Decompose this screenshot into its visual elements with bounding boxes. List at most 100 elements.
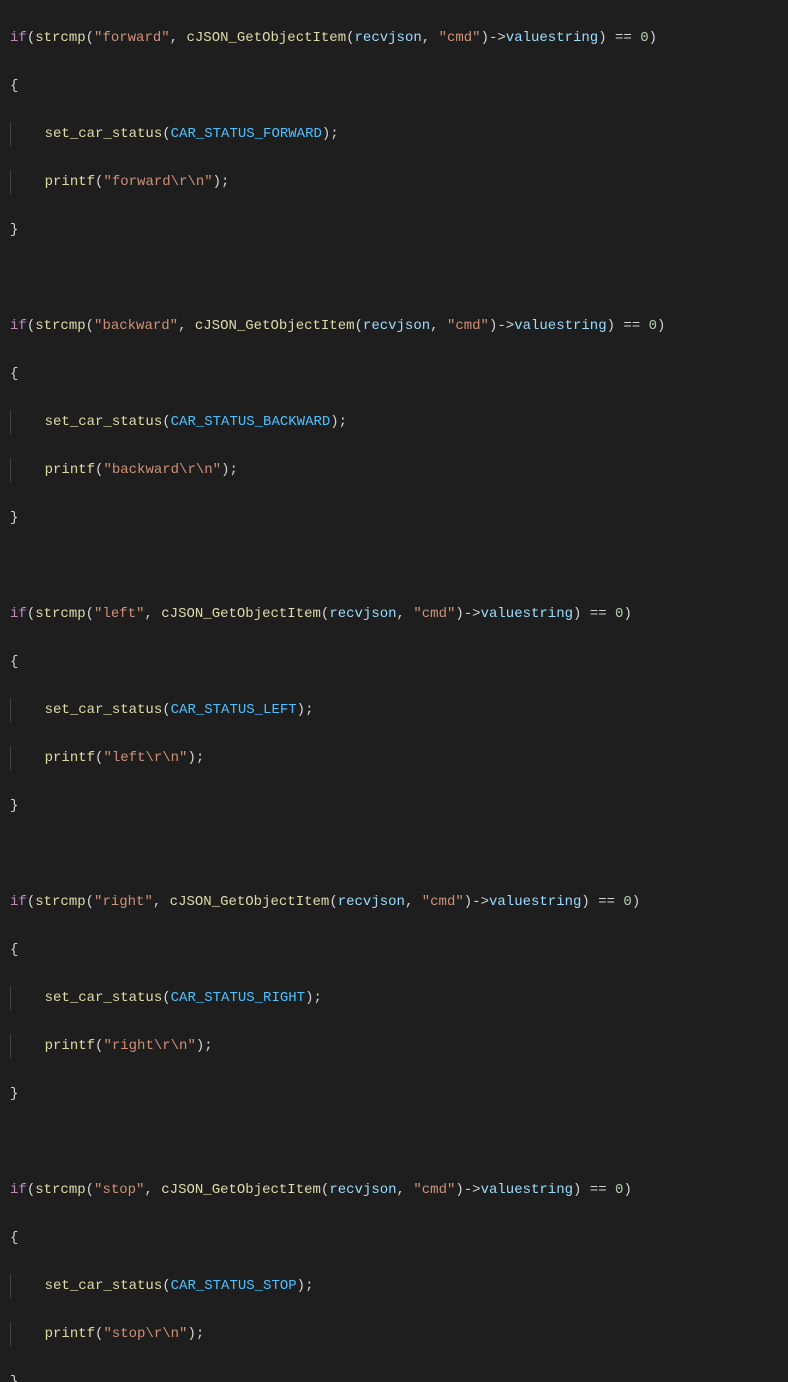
paren: ( <box>329 894 337 910</box>
code-line[interactable] <box>10 266 778 290</box>
paren: ); <box>297 1278 314 1294</box>
code-line[interactable]: } <box>10 794 778 818</box>
paren: ) <box>632 894 640 910</box>
paren: ( <box>346 30 354 46</box>
string-cmd: "cmd" <box>447 318 489 334</box>
brace-close: } <box>10 1086 18 1102</box>
compare: ) == <box>607 318 649 334</box>
paren: ); <box>221 462 238 478</box>
comma: , <box>430 318 447 334</box>
string-cmd: "cmd" <box>413 1182 455 1198</box>
paren: ( <box>95 1038 103 1054</box>
paren: ( <box>86 30 94 46</box>
paren: ( <box>27 894 35 910</box>
paren: ); <box>322 126 339 142</box>
keyword-if: if <box>10 1182 27 1198</box>
fn-setcar: set_car_status <box>45 1278 163 1294</box>
code-line[interactable] <box>10 1130 778 1154</box>
brace-open: { <box>10 942 18 958</box>
var-valuestring: valuestring <box>506 30 598 46</box>
string-literal: "left\r\n" <box>103 750 187 766</box>
comma: , <box>144 606 161 622</box>
fn-printf: printf <box>45 462 95 478</box>
code-line[interactable]: } <box>10 1370 778 1382</box>
fn-strcmp: strcmp <box>35 318 85 334</box>
code-line[interactable]: printf("stop\r\n"); <box>10 1322 778 1346</box>
paren: ( <box>27 318 35 334</box>
paren: ( <box>162 702 170 718</box>
code-line[interactable]: if(strcmp("stop", cJSON_GetObjectItem(re… <box>10 1178 778 1202</box>
code-line[interactable]: { <box>10 650 778 674</box>
fn-setcar: set_car_status <box>45 414 163 430</box>
code-line[interactable]: if(strcmp("forward", cJSON_GetObjectItem… <box>10 26 778 50</box>
code-line[interactable]: } <box>10 506 778 530</box>
paren: ) <box>623 606 631 622</box>
string-literal: "right\r\n" <box>103 1038 195 1054</box>
num-zero: 0 <box>649 318 657 334</box>
code-line[interactable]: printf("left\r\n"); <box>10 746 778 770</box>
var-recvjson: recvjson <box>338 894 405 910</box>
code-line[interactable]: { <box>10 74 778 98</box>
paren: ( <box>86 1182 94 1198</box>
fn-printf: printf <box>45 1038 95 1054</box>
code-line[interactable]: } <box>10 1082 778 1106</box>
compare: ) == <box>581 894 623 910</box>
paren: ( <box>321 1182 329 1198</box>
enum-const: CAR_STATUS_STOP <box>171 1278 297 1294</box>
code-line[interactable]: printf("right\r\n"); <box>10 1034 778 1058</box>
indent-guide <box>10 698 12 722</box>
code-line[interactable]: { <box>10 1226 778 1250</box>
indent-guide <box>10 1034 12 1058</box>
code-line[interactable]: if(strcmp("left", cJSON_GetObjectItem(re… <box>10 602 778 626</box>
code-line[interactable]: if(strcmp("backward", cJSON_GetObjectIte… <box>10 314 778 338</box>
fn-setcar: set_car_status <box>45 702 163 718</box>
string-literal: "backward" <box>94 318 178 334</box>
keyword-if: if <box>10 30 27 46</box>
code-line[interactable]: } <box>10 218 778 242</box>
code-line[interactable]: set_car_status(CAR_STATUS_FORWARD); <box>10 122 778 146</box>
paren: ); <box>305 990 322 1006</box>
fn-getobj: cJSON_GetObjectItem <box>161 1182 321 1198</box>
fn-setcar: set_car_status <box>45 990 163 1006</box>
indent-guide <box>10 410 12 434</box>
code-editor[interactable]: if(strcmp("forward", cJSON_GetObjectItem… <box>0 0 788 1382</box>
paren: ); <box>297 702 314 718</box>
code-line[interactable] <box>10 842 778 866</box>
string-literal: "right" <box>94 894 153 910</box>
code-line[interactable]: { <box>10 362 778 386</box>
compare: ) == <box>573 1182 615 1198</box>
string-literal: "left" <box>94 606 144 622</box>
fn-printf: printf <box>45 1326 95 1342</box>
code-line[interactable]: set_car_status(CAR_STATUS_STOP); <box>10 1274 778 1298</box>
var-valuestring: valuestring <box>481 1182 573 1198</box>
code-line[interactable]: if(strcmp("right", cJSON_GetObjectItem(r… <box>10 890 778 914</box>
fn-getobj: cJSON_GetObjectItem <box>161 606 321 622</box>
code-line[interactable]: { <box>10 938 778 962</box>
code-line[interactable]: set_car_status(CAR_STATUS_BACKWARD); <box>10 410 778 434</box>
keyword-if: if <box>10 894 27 910</box>
fn-getobj: cJSON_GetObjectItem <box>170 894 330 910</box>
comma: , <box>397 1182 414 1198</box>
code-line[interactable]: set_car_status(CAR_STATUS_RIGHT); <box>10 986 778 1010</box>
paren: ( <box>86 894 94 910</box>
var-recvjson: recvjson <box>329 1182 396 1198</box>
keyword-if: if <box>10 606 27 622</box>
string-literal: "stop" <box>94 1182 144 1198</box>
code-line[interactable] <box>10 554 778 578</box>
brace-close: } <box>10 222 18 238</box>
fn-setcar: set_car_status <box>45 126 163 142</box>
arrow: )-> <box>455 1182 480 1198</box>
arrow: )-> <box>489 318 514 334</box>
code-line[interactable]: printf("backward\r\n"); <box>10 458 778 482</box>
paren: ( <box>27 1182 35 1198</box>
code-line[interactable]: printf("forward\r\n"); <box>10 170 778 194</box>
brace-close: } <box>10 510 18 526</box>
brace-open: { <box>10 78 18 94</box>
brace-open: { <box>10 366 18 382</box>
code-line[interactable]: set_car_status(CAR_STATUS_LEFT); <box>10 698 778 722</box>
indent-guide <box>10 1274 12 1298</box>
paren: ( <box>162 1278 170 1294</box>
string-literal: "stop\r\n" <box>103 1326 187 1342</box>
var-recvjson: recvjson <box>355 30 422 46</box>
fn-getobj: cJSON_GetObjectItem <box>195 318 355 334</box>
